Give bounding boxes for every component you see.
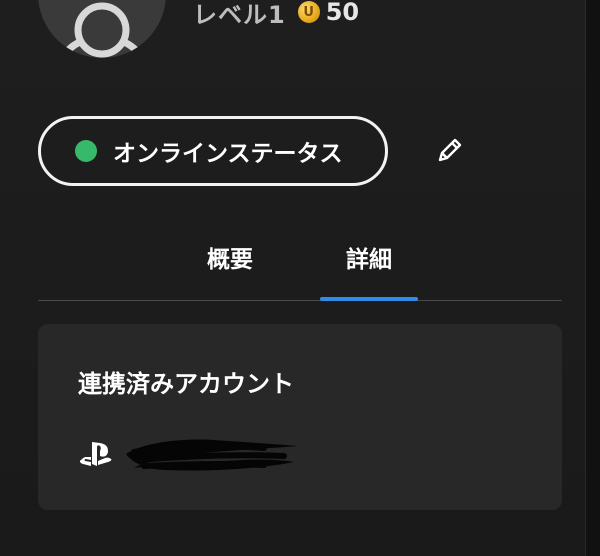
online-status-dot-icon (75, 140, 97, 162)
tab-overview[interactable]: 概要 (188, 240, 272, 298)
default-avatar-icon (59, 2, 145, 58)
coin-icon: U (297, 1, 320, 23)
tab-details-label: 詳細 (346, 247, 392, 273)
edit-status-button[interactable] (430, 130, 470, 170)
linked-accounts-card: 連携済みアカウント (38, 324, 562, 510)
redacted-account-id (126, 439, 298, 471)
tab-overview-label: 概要 (207, 247, 253, 273)
coin-balance: U 50 (297, 0, 360, 26)
active-tab-indicator (320, 297, 418, 301)
tab-details[interactable]: 詳細 (320, 240, 418, 298)
avatar[interactable] (38, 0, 166, 58)
tab-bar: 概要 詳細 (38, 226, 562, 301)
online-status-label: オンラインステータス (113, 141, 343, 167)
level-row: レベル1 U 50 (193, 0, 359, 30)
online-status-button[interactable]: オンラインステータス (38, 116, 388, 186)
linked-accounts-title: 連携済みアカウント (78, 370, 294, 398)
profile-screen: レベル1 U 50 オンラインステータス 概要 詳細 連携済みアカウント (0, 0, 600, 556)
edge-divider (585, 0, 600, 556)
level-label: レベル1 (193, 0, 286, 29)
coin-value: 50 (325, 0, 360, 26)
playstation-icon (79, 442, 112, 466)
pencil-icon (438, 138, 462, 162)
linked-account-row[interactable] (78, 432, 304, 476)
